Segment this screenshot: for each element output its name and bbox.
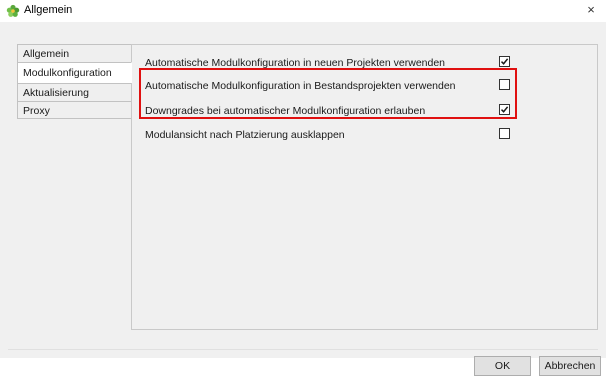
cancel-button[interactable]: Abbrechen	[539, 356, 601, 376]
checkmark-icon	[500, 58, 509, 65]
footer-separator	[8, 349, 598, 350]
window-title: Allgemein	[24, 4, 73, 16]
settings-tab-list: Allgemein Modulkonfiguration Aktualisier…	[17, 44, 132, 119]
option-label-downgrades: Downgrades bei automatischer Modulkonfig…	[145, 105, 426, 117]
checkbox-expand-module-view[interactable]	[499, 128, 510, 139]
option-label-new-projects: Automatische Modulkonfiguration in neuen…	[145, 57, 446, 69]
checkmark-icon	[500, 106, 509, 113]
checkbox-existing-projects[interactable]	[499, 79, 510, 90]
checkbox-new-projects[interactable]	[499, 56, 510, 67]
settings-panel: Automatische Modulkonfiguration in neuen…	[131, 44, 598, 330]
app-icon	[6, 4, 20, 17]
title-bar: Allgemein ×	[0, 0, 606, 22]
dialog-client-area: Allgemein Modulkonfiguration Aktualisier…	[0, 22, 606, 376]
tab-aktualisierung[interactable]: Aktualisierung	[17, 83, 132, 101]
checkbox-downgrades[interactable]	[499, 104, 510, 115]
tab-modulkonfiguration[interactable]: Modulkonfiguration	[17, 62, 132, 83]
ok-button[interactable]: OK	[474, 356, 531, 376]
tab-proxy[interactable]: Proxy	[17, 101, 132, 119]
option-label-existing-projects: Automatische Modulkonfiguration in Besta…	[145, 80, 456, 92]
tab-allgemein[interactable]: Allgemein	[17, 44, 132, 62]
option-label-expand-module-view: Modulansicht nach Platzierung ausklappen	[145, 129, 345, 141]
close-button[interactable]: ×	[582, 1, 600, 19]
